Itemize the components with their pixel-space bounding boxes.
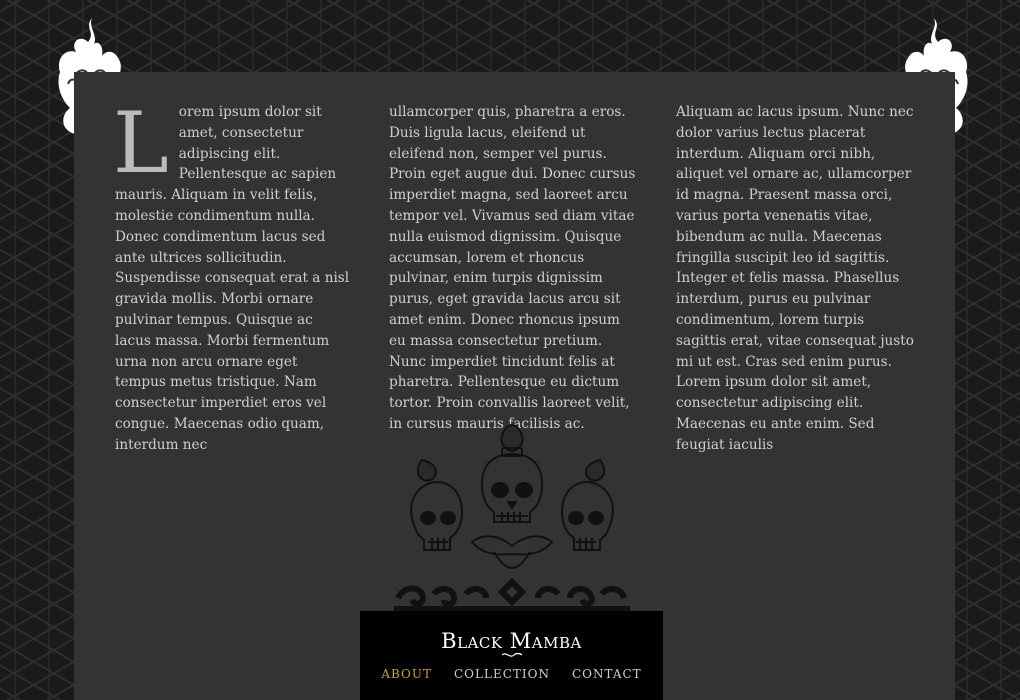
three-skulls-crown-icon: [394, 424, 630, 614]
nav-item-collection[interactable]: COLLECTION: [454, 667, 550, 681]
text-column-3: Aliquam ac lacus ipsum. Nunc nec dolor v…: [676, 102, 916, 456]
column-2-text: ullamcorper quis, pharetra a eros. Duis …: [389, 104, 636, 432]
main-nav: ABOUT COLLECTION CONTACT: [360, 667, 663, 681]
brand-logo[interactable]: Black Mamba: [360, 629, 663, 653]
nav-item-contact[interactable]: CONTACT: [572, 667, 642, 681]
text-column-1: Lorem ipsum dolor sit amet, consectetur …: [113, 94, 351, 456]
logo-swash-icon: [501, 652, 523, 657]
column-3-text: Aliquam ac lacus ipsum. Nunc nec dolor v…: [676, 104, 914, 453]
dropcap-letter: L: [113, 94, 169, 192]
footer-navigation-bar: Black Mamba ABOUT COLLECTION CONTACT: [360, 611, 663, 700]
nav-item-about[interactable]: ABOUT: [381, 667, 432, 681]
text-column-2: ullamcorper quis, pharetra a eros. Duis …: [389, 102, 639, 435]
